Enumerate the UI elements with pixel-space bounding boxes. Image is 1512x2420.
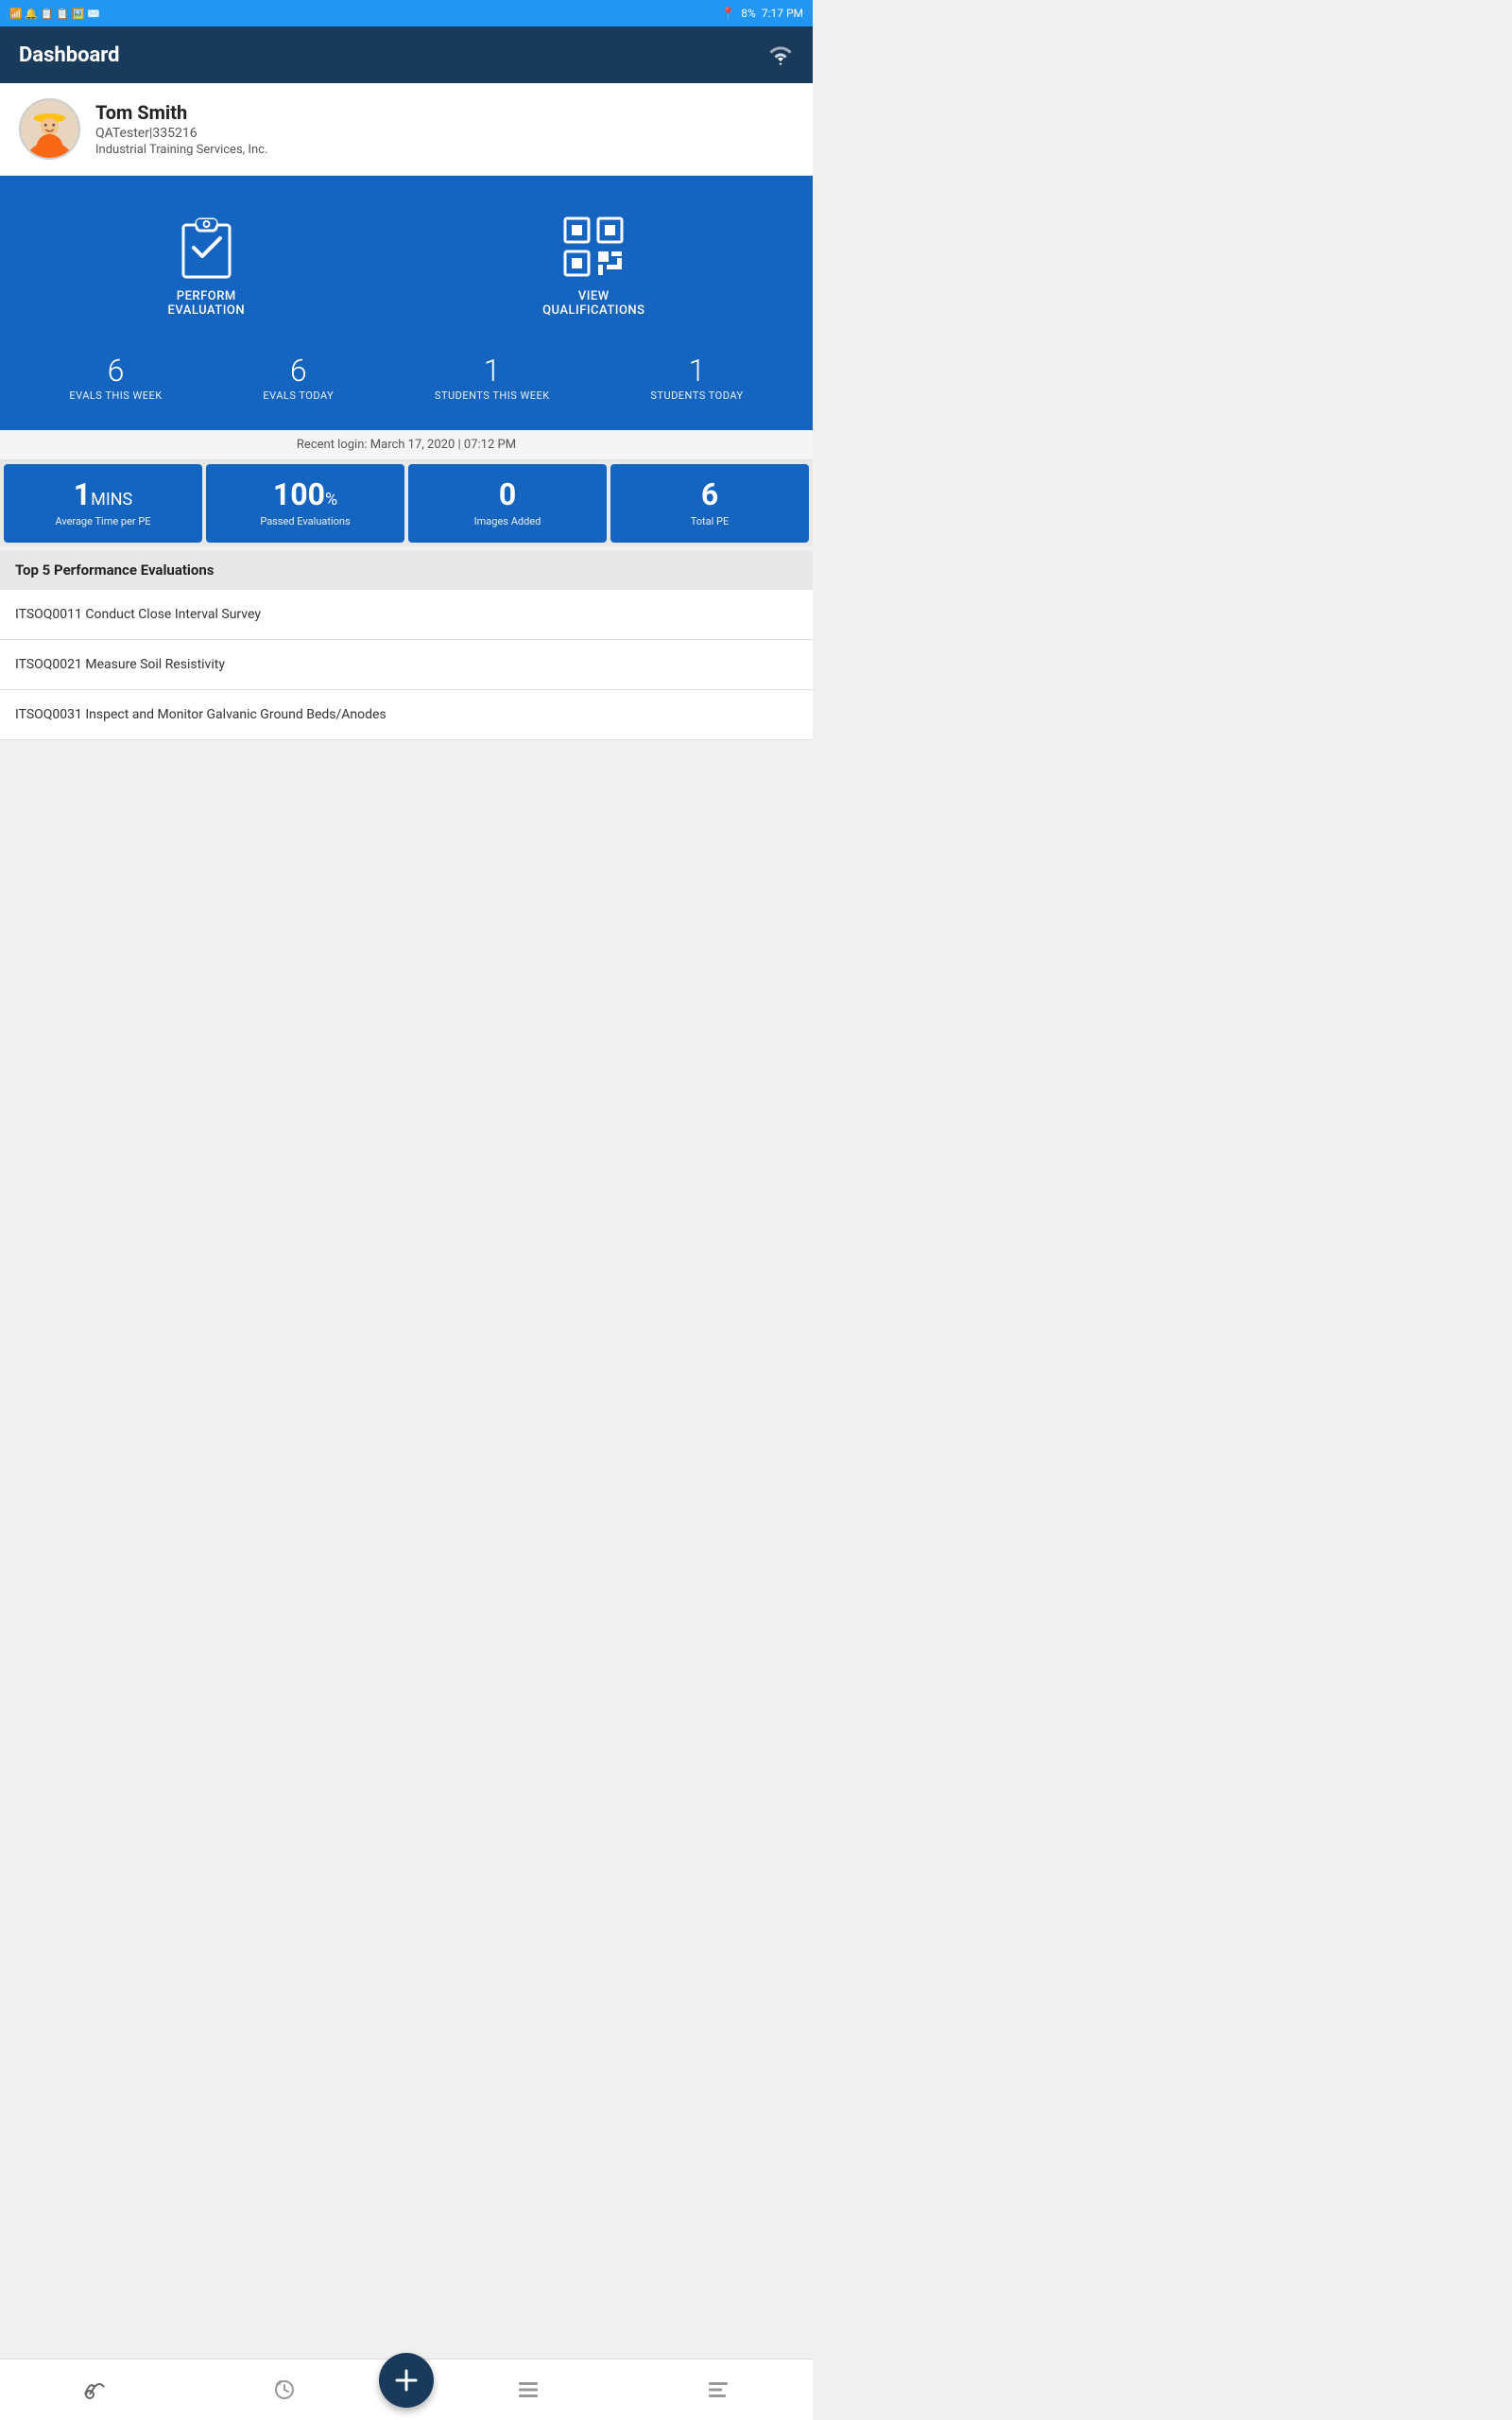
list-item[interactable]: ITSOQ0011 Conduct Close Interval Survey — [0, 590, 813, 640]
avg-time-label: Average Time per PE — [13, 515, 193, 527]
clipboard-check-icon — [173, 214, 239, 280]
stat-evals-week: 6 EVALS THIS WEEK — [69, 355, 162, 402]
list-item[interactable]: ITSOQ0031 Inspect and Monitor Galvanic G… — [0, 690, 813, 740]
students-week-label: STUDENTS THIS WEEK — [435, 389, 550, 402]
status-bar-right: 📍 8% 7:17 PM — [721, 7, 803, 20]
avg-time-value: 1MINS — [13, 479, 193, 510]
fab-button[interactable] — [379, 2353, 434, 2408]
students-week-value: 1 — [435, 355, 550, 386]
recent-login: Recent login: March 17, 2020 | 07:12 PM — [0, 430, 813, 460]
metric-images-added: 0 Images Added — [408, 464, 607, 543]
status-bar-left: 📶 🔔 📋 📋 🖼️ ✉️ — [9, 8, 100, 20]
stats-row: 6 EVALS THIS WEEK 6 EVALS TODAY 1 STUDEN… — [19, 355, 794, 402]
view-qualifications-label: VIEWQUALIFICATIONS — [542, 289, 644, 318]
perform-evaluation-label: PERFORMEVALUATION — [167, 289, 245, 318]
evals-week-value: 6 — [69, 355, 162, 386]
qr-code-icon — [560, 214, 627, 280]
bottom-nav — [0, 2359, 813, 2420]
page-title: Dashboard — [19, 43, 120, 67]
list-item[interactable]: ITSOQ0021 Measure Soil Resistivity — [0, 640, 813, 690]
battery-text: 8% — [741, 7, 756, 20]
students-today-label: STUDENTS TODAY — [650, 389, 743, 402]
header: Dashboard — [0, 26, 813, 83]
history-nav-item[interactable] — [190, 2378, 380, 2401]
list-nav-item[interactable] — [434, 2379, 624, 2400]
passed-evals-value: 100% — [215, 479, 395, 510]
user-company: Industrial Training Services, Inc. — [95, 143, 267, 157]
evals-today-label: EVALS TODAY — [263, 389, 334, 402]
metric-total-pe: 6 Total PE — [610, 464, 809, 543]
user-profile: Tom Smith QATester|335216 Industrial Tra… — [0, 83, 813, 176]
user-role: QATester|335216 — [95, 126, 267, 141]
total-pe-label: Total PE — [620, 515, 799, 527]
wifi-icon — [767, 44, 794, 65]
dashboard-panel: PERFORMEVALUATION — [0, 176, 813, 430]
metric-passed-evals: 100% Passed Evaluations — [206, 464, 404, 543]
images-added-label: Images Added — [418, 515, 597, 527]
avatar-image — [21, 98, 78, 160]
view-qualifications-button[interactable]: VIEWQUALIFICATIONS — [542, 214, 644, 318]
menu-nav-item[interactable] — [624, 2379, 814, 2400]
top5-section: Top 5 Performance Evaluations ITSOQ0011 … — [0, 550, 813, 740]
stat-students-week: 1 STUDENTS THIS WEEK — [435, 355, 550, 402]
avatar — [19, 98, 80, 160]
metric-cards-row: 1MINS Average Time per PE 100% Passed Ev… — [0, 460, 813, 546]
perform-evaluation-button[interactable]: PERFORMEVALUATION — [167, 214, 245, 318]
action-buttons-row: PERFORMEVALUATION — [19, 214, 794, 318]
status-bar: 📶 🔔 📋 📋 🖼️ ✉️ 📍 8% 7:17 PM — [0, 0, 813, 26]
stat-students-today: 1 STUDENTS TODAY — [650, 355, 743, 402]
dashboard-nav-item[interactable] — [0, 2379, 190, 2400]
location-icon: 📍 — [721, 7, 735, 20]
students-today-value: 1 — [650, 355, 743, 386]
total-pe-value: 6 — [620, 479, 799, 510]
evals-week-label: EVALS THIS WEEK — [69, 389, 162, 402]
time-text: 7:17 PM — [762, 7, 803, 20]
user-info: Tom Smith QATester|335216 Industrial Tra… — [95, 101, 267, 157]
user-name: Tom Smith — [95, 101, 267, 124]
evals-today-value: 6 — [263, 355, 334, 386]
metric-avg-time: 1MINS Average Time per PE — [4, 464, 202, 543]
top5-header: Top 5 Performance Evaluations — [0, 550, 813, 590]
passed-evals-label: Passed Evaluations — [215, 515, 395, 527]
stat-evals-today: 6 EVALS TODAY — [263, 355, 334, 402]
images-added-value: 0 — [418, 479, 597, 510]
